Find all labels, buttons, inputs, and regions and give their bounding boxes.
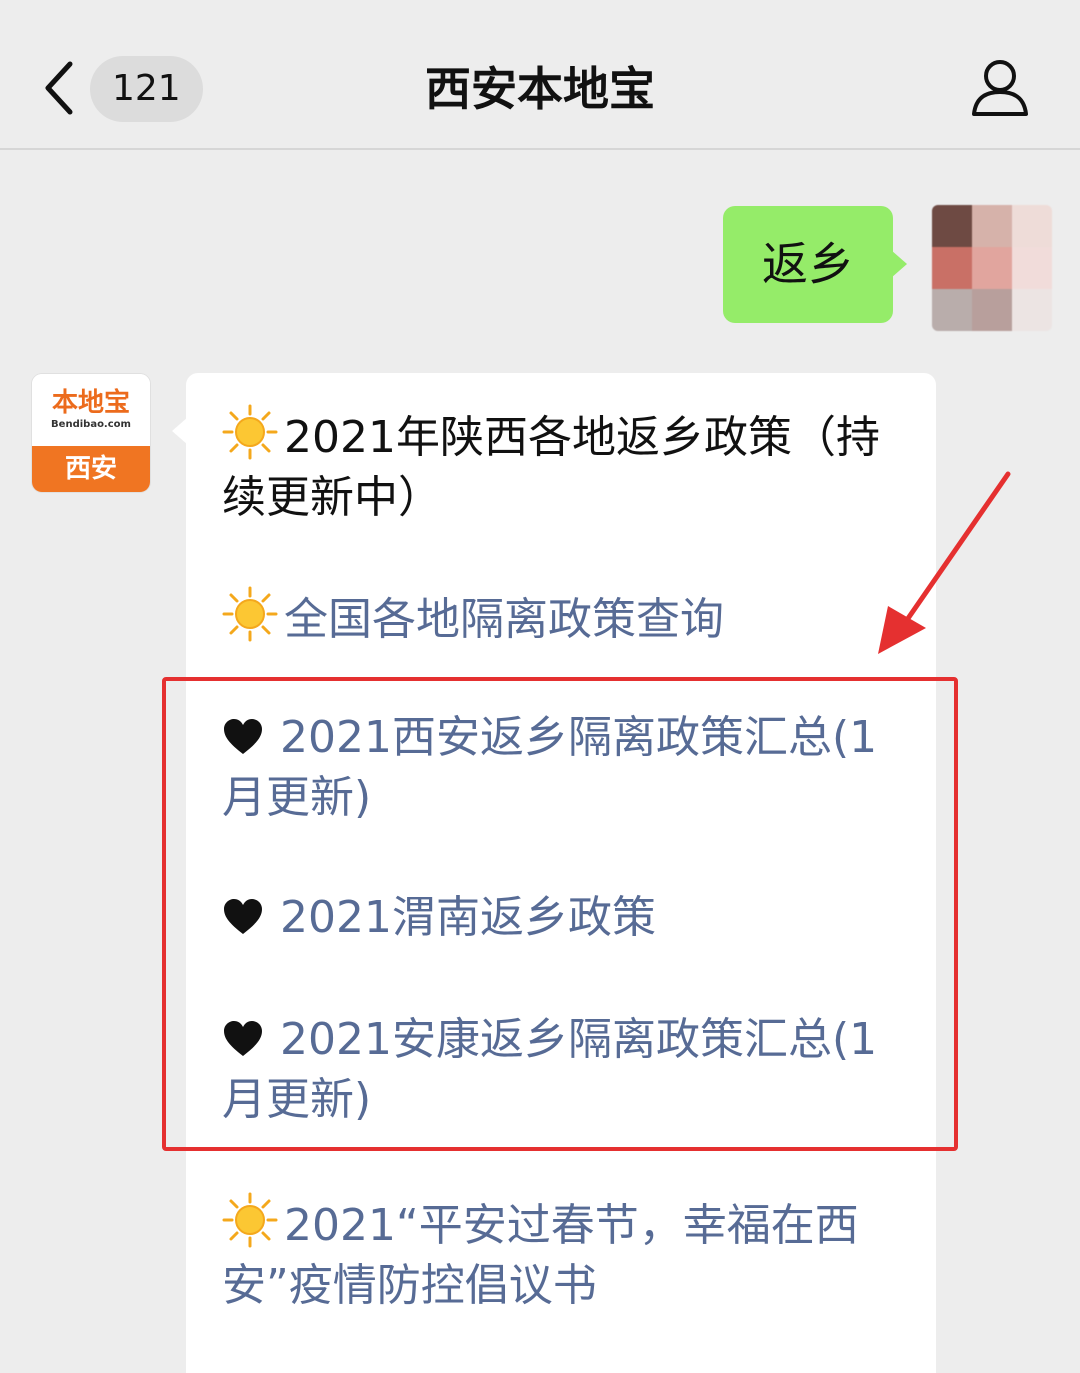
- reply-item-shaanxi-policy: 2021年陕西各地返乡政策（持续更新中）: [222, 404, 912, 528]
- annotation-highlight-box: [162, 677, 958, 1151]
- logo-site-text: Bendibao.com: [51, 419, 131, 430]
- reply-item-text: 2021年陕西各地返乡政策（持续更新中）: [222, 412, 880, 523]
- user-icon: [972, 60, 1028, 116]
- user-avatar[interactable]: [932, 205, 1052, 331]
- logo-brand-text: 本地宝: [51, 388, 130, 418]
- reply-link-spring-festival-initiative[interactable]: 2021“平安过春节，幸福在西安”疫情防控倡议书: [222, 1192, 912, 1316]
- sun-icon: [222, 1192, 278, 1248]
- sun-icon: [222, 586, 278, 642]
- reply-link-text[interactable]: 全国各地隔离政策查询: [284, 594, 724, 645]
- navigation-bar: 121 西安本地宝: [0, 0, 1080, 150]
- sun-icon: [222, 404, 278, 460]
- annotation-arrow: [878, 471, 1011, 654]
- reply-link-text[interactable]: 2021“平安过春节，幸福在西安”疫情防控倡议书: [222, 1200, 859, 1311]
- official-account-avatar[interactable]: 本地宝 Bendibao.com 西安: [32, 374, 150, 492]
- logo-city-text: 西安: [32, 446, 150, 492]
- profile-button[interactable]: [968, 56, 1032, 120]
- reply-link-national-quarantine[interactable]: 全国各地隔离政策查询: [222, 586, 912, 650]
- outgoing-message-bubble[interactable]: 返乡: [723, 206, 907, 323]
- logo-top: 本地宝 Bendibao.com: [32, 374, 150, 446]
- chat-title: 西安本地宝: [425, 62, 655, 116]
